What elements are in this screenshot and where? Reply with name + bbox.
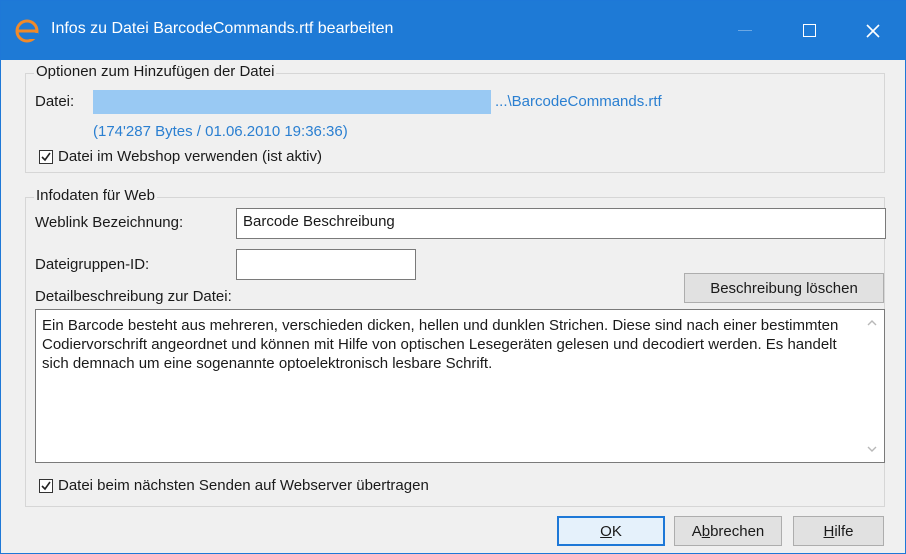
help-button[interactable]: Hilfe	[793, 516, 884, 546]
transfer-checkbox-label[interactable]: Datei beim nächsten Senden auf Webserver…	[58, 477, 429, 494]
options-group-title: Optionen zum Hinzufügen der Datei	[34, 63, 277, 80]
file-info: (174'287 Bytes / 01.06.2010 19:36:36)	[93, 123, 348, 140]
maximize-icon	[802, 24, 816, 37]
checkmark-icon	[41, 481, 51, 491]
webshop-checkbox-label[interactable]: Datei im Webshop verwenden (ist aktiv)	[58, 148, 322, 165]
group-id-label: Dateigruppen-ID:	[35, 256, 150, 273]
file-path-link[interactable]: ...\BarcodeCommands.rtf	[495, 93, 662, 110]
clear-description-button[interactable]: Beschreibung löschen	[684, 273, 884, 303]
window-title: Infos zu Datei BarcodeCommands.rtf bearb…	[51, 20, 394, 37]
minimize-icon	[738, 30, 752, 31]
file-path-highlight	[93, 90, 491, 114]
description-text: Ein Barcode besteht aus mehreren, versch…	[42, 317, 839, 372]
title-bar[interactable]: Infos zu Datei BarcodeCommands.rtf bearb…	[1, 1, 905, 60]
weblink-input[interactable]: Barcode Beschreibung	[236, 208, 886, 239]
scroll-down-icon[interactable]	[866, 444, 878, 454]
ok-rest: K	[611, 522, 622, 540]
ok-button[interactable]: OK	[557, 516, 665, 546]
webshop-checkbox[interactable]	[39, 150, 53, 164]
file-label: Datei:	[35, 93, 75, 110]
transfer-checkbox[interactable]	[39, 479, 53, 493]
help-rest: ilfe	[834, 522, 854, 540]
cancel-rest: brechen	[710, 522, 765, 540]
description-textarea[interactable]: Ein Barcode besteht aus mehreren, versch…	[35, 309, 885, 463]
dialog-window: Infos zu Datei BarcodeCommands.rtf bearb…	[0, 0, 906, 554]
cancel-accel: b	[701, 522, 711, 540]
group-id-input[interactable]	[236, 249, 416, 280]
ok-accel: O	[600, 522, 612, 540]
close-icon	[866, 23, 880, 38]
maximize-button[interactable]	[777, 1, 841, 60]
web-info-group-title: Infodaten für Web	[34, 187, 157, 204]
app-logo-icon	[15, 19, 39, 43]
minimize-button[interactable]	[713, 1, 777, 60]
weblink-label: Weblink Bezeichnung:	[35, 214, 184, 231]
checkmark-icon	[41, 152, 51, 162]
help-accel: H	[823, 522, 835, 540]
description-label: Detailbeschreibung zur Datei:	[35, 288, 232, 305]
scroll-up-icon[interactable]	[866, 318, 878, 328]
close-button[interactable]	[841, 1, 905, 60]
cancel-pre: A	[691, 522, 702, 540]
cancel-button[interactable]: Ab brechen	[674, 516, 782, 546]
